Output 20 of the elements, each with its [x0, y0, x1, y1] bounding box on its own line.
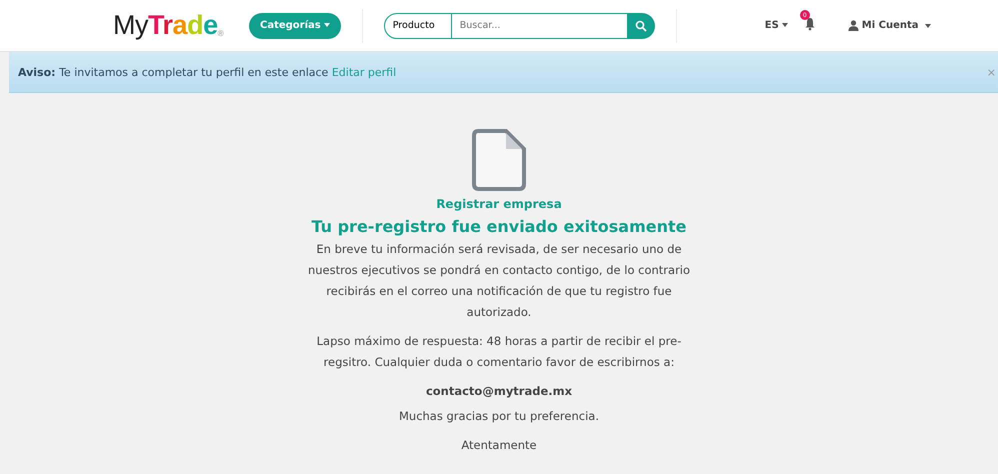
- message-text: Muchas gracias por tu preferencia.: [398, 408, 600, 425]
- caret-icon: [782, 23, 788, 28]
- search-icon: [634, 20, 647, 32]
- search-field[interactable]: Buscar...: [452, 12, 627, 38]
- bell-icon[interactable]: [804, 17, 816, 31]
- message-text: En breve tu información será revisada, de ser necesario uno de nuestros ejecutivos se pondrá en contacto contigo, de lo contrario recibirás en el correo una notificación de que tu registro fue autorizado.: [306, 241, 692, 321]
- message-text: Atentamente: [460, 437, 538, 454]
- message-text: Lapso máximo de respuesta: 48 horas a partir de recibir el pre-regsitro. Cualquier duda o comentario favor de escribirnos a:: [316, 333, 682, 371]
- search-button[interactable]: [626, 12, 655, 38]
- account-menu[interactable]: Mi Cuenta: [848, 20, 931, 31]
- caret-icon: [324, 23, 330, 28]
- document-icon: [472, 129, 526, 191]
- section-label: Registrar empresa: [436, 197, 562, 211]
- caret-icon: [924, 24, 931, 28]
- search-scope[interactable]: Producto: [384, 12, 452, 38]
- contact-email: contacto@mytrade.mx: [424, 383, 574, 400]
- language-dropdown[interactable]: ES: [764, 20, 788, 31]
- success-title: Tu pre-registro fue enviado exitosamente: [311, 217, 687, 236]
- user-icon: [848, 20, 859, 31]
- notice-text: Aviso: Te invitamos a completar tu perfil en este enlace Editar perfil: [18, 66, 396, 78]
